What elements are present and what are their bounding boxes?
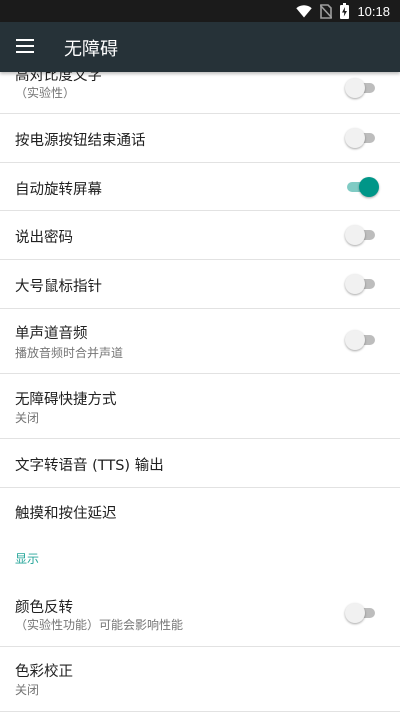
auto-rotate-toggle[interactable]	[345, 177, 379, 197]
setting-touch-hold-delay[interactable]: 触摸和按住延迟	[0, 488, 400, 536]
setting-subtitle: 关闭	[15, 683, 40, 697]
setting-speak-passwords[interactable]: 说出密码	[0, 211, 400, 259]
setting-mono-audio[interactable]: 单声道音频 播放音频时合并声道	[0, 309, 400, 373]
power-button-end-call-toggle[interactable]	[345, 128, 377, 148]
setting-title: 自动旋转屏幕	[15, 182, 102, 198]
setting-auto-rotate[interactable]: 自动旋转屏幕	[0, 163, 400, 211]
status-icons: 10:18	[296, 3, 390, 19]
hamburger-menu-icon[interactable]	[16, 39, 34, 53]
section-header-display: 显示	[15, 552, 40, 566]
clock: 10:18	[357, 3, 390, 19]
color-inversion-toggle[interactable]	[345, 603, 377, 623]
setting-title: 颜色反转	[15, 600, 73, 616]
setting-title: 色彩校正	[15, 664, 73, 680]
setting-title: 单声道音频	[15, 326, 88, 342]
large-pointer-toggle[interactable]	[345, 274, 377, 294]
setting-subtitle: （实验性）	[15, 86, 76, 100]
app-bar: 无障碍	[0, 22, 400, 72]
high-contrast-toggle[interactable]	[345, 78, 377, 98]
battery-charging-icon	[340, 3, 350, 19]
setting-subtitle: （实验性功能）可能会影响性能	[15, 618, 184, 632]
setting-title: 文字转语音 (TTS) 输出	[15, 458, 164, 474]
status-bar: 10:18	[0, 0, 400, 22]
setting-color-correction[interactable]: 色彩校正 关闭	[0, 647, 400, 711]
page-title: 无障碍	[64, 39, 118, 59]
setting-subtitle: 关闭	[15, 411, 40, 425]
setting-title: 说出密码	[15, 230, 73, 246]
no-sim-icon	[320, 3, 333, 19]
setting-high-contrast-text[interactable]: 高对比度文字 （实验性）	[0, 72, 400, 113]
mono-audio-toggle[interactable]	[345, 330, 377, 350]
setting-title: 按电源按钮结束通话	[15, 133, 146, 149]
setting-title: 大号鼠标指针	[15, 279, 102, 295]
wifi-icon	[296, 4, 313, 17]
setting-power-button-ends-call[interactable]: 按电源按钮结束通话	[0, 114, 400, 162]
setting-accessibility-shortcut[interactable]: 无障碍快捷方式 关闭	[0, 374, 400, 438]
setting-subtitle: 播放音频时合并声道	[15, 346, 124, 360]
setting-title: 触摸和按住延迟	[15, 506, 117, 522]
setting-title: 无障碍快捷方式	[15, 392, 117, 408]
setting-tts-output[interactable]: 文字转语音 (TTS) 输出	[0, 439, 400, 487]
setting-large-pointer[interactable]: 大号鼠标指针	[0, 260, 400, 308]
speak-passwords-toggle[interactable]	[345, 225, 377, 245]
setting-color-inversion[interactable]: 颜色反转 （实验性功能）可能会影响性能	[0, 582, 400, 646]
settings-list[interactable]: 高对比度文字 （实验性） 按电源按钮结束通话 自动旋转屏幕 说出密码 大号鼠标指…	[0, 72, 400, 712]
